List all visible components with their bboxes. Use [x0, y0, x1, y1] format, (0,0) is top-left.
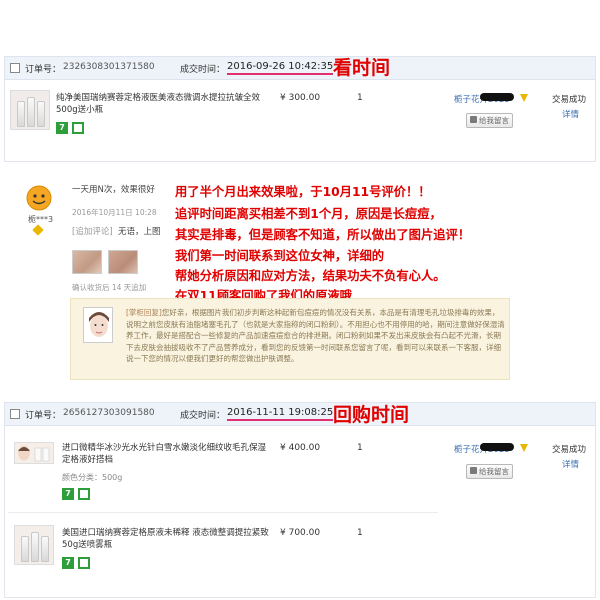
flag-icon[interactable] [520, 94, 528, 102]
annotation-line-3: 其实是排毒，但是顾客不知道，所以做出了图片追评！ [175, 228, 471, 242]
annotation-line-4: 我们第一时间联系到这位女神，详细的 [175, 249, 385, 263]
deal-time-label: 成交时间： [180, 65, 226, 75]
reviewer-nickname: 栀***3 [28, 215, 54, 224]
leave-message-button[interactable]: 给我留言 [466, 113, 513, 128]
product-title[interactable]: 进口微精华冰沙光水光针白雪水嫩淡化细纹收毛孔保湿定格液好搭档 [62, 442, 272, 466]
detail-link[interactable]: 详情 [562, 458, 579, 470]
flag-icon[interactable] [520, 444, 528, 452]
trade-status: 交易成功 [552, 445, 587, 455]
reply-content: 您好亲，根据图片我们初步判断这种起新包痘痘的情况没有关系，本品是有清理毛孔垃圾排… [126, 308, 505, 363]
review-photo-2[interactable] [108, 250, 138, 274]
face-avatar-icon [89, 312, 109, 337]
leave-message-button[interactable]: 给我留言 [466, 464, 513, 479]
guarantee-badge [78, 488, 90, 500]
seven-day-return-badge: 7 [62, 488, 74, 500]
quantity: 1 [357, 93, 363, 103]
message-icon [470, 116, 477, 123]
deal-time-label: 成交时间： [180, 411, 226, 421]
annotation-line-1: 用了半个月出来效果啦，于10月11号评价！！ [175, 185, 431, 199]
trade-status: 交易成功 [552, 95, 587, 105]
smiley-avatar-icon [26, 185, 52, 211]
reply-label: [掌柜回复] [126, 308, 162, 317]
append-text: 无语，上图 [118, 227, 161, 237]
order-no: 2656127303091580 [63, 408, 155, 418]
reviewer-avatar [25, 184, 53, 212]
product-thumbnail[interactable] [10, 90, 50, 130]
guarantee-badge [78, 557, 90, 569]
annotation-line-2: 追评时间距离买相差不到1个月，原因是长痘痘， [175, 207, 442, 221]
product-title[interactable]: 纯净美国瑞纳赛蓉定格液医美液态微调水提拉抗皱全效500g送小瓶 [56, 92, 266, 116]
price: ¥ 300.00 [280, 93, 321, 103]
review-first-line: 一天用N次，效果很好 [72, 185, 155, 195]
annotation-repurchase-time: 回购时间 [333, 404, 410, 426]
message-icon [470, 467, 477, 474]
shop-reply-box: [掌柜回复]您好亲，根据图片我们初步判断这种起新包痘痘的情况没有关系，本品是有清… [70, 298, 510, 380]
annotation-line-5: 帮她分析原因和应对方法，结果功夫不负有心人。 [175, 269, 446, 283]
item-divider [8, 512, 438, 513]
quantity: 1 [357, 443, 363, 453]
buyer-redaction [480, 443, 514, 451]
buyer-redaction [480, 93, 514, 101]
seven-day-return-badge: 7 [56, 122, 68, 134]
review-date: 2016年10月11日 10:28 [72, 208, 157, 217]
vip-diamond-icon [32, 224, 44, 236]
order-checkbox[interactable] [10, 409, 20, 419]
order-no-label: 订单号： [25, 411, 62, 421]
shop-reply-text: [掌柜回复]您好亲，根据图片我们初步判断这种起新包痘痘的情况没有关系，本品是有清… [126, 307, 506, 365]
product-face-image [18, 445, 50, 462]
append-note: 确认收货后 14 天追加 [72, 283, 147, 292]
shop-avatar [83, 307, 113, 343]
product-title[interactable]: 美国进口瑞纳赛蓉定格原液未稀释 液态微整调提拉紧致50g送喷雾瓶 [62, 527, 272, 551]
detail-link[interactable]: 详情 [562, 108, 579, 120]
guarantee-badge [72, 122, 84, 134]
append-label: [追加评论] [72, 227, 113, 237]
review-photo-1[interactable] [72, 250, 102, 274]
order-checkbox[interactable] [10, 63, 20, 73]
price: ¥ 400.00 [280, 443, 321, 453]
quantity: 1 [357, 528, 363, 538]
annotation-look-time: 看时间 [333, 57, 391, 79]
product-thumbnail[interactable] [14, 442, 54, 464]
order-no-label: 订单号： [25, 65, 62, 75]
product-thumbnail[interactable] [14, 525, 54, 565]
product-variant: 颜色分类：500g [62, 473, 123, 482]
order-header-1: 订单号： 2326308301371580 成交时间： 2016-09-26 1… [4, 56, 596, 80]
order-header-2: 订单号： 2656127303091580 成交时间： 2016-11-11 1… [4, 402, 596, 426]
order-no: 2326308301371580 [63, 62, 155, 72]
deal-time: 2016-09-26 10:42:35 [227, 61, 334, 75]
seven-day-return-badge: 7 [62, 557, 74, 569]
memo-label: 给我留言 [479, 116, 509, 125]
memo-label: 给我留言 [479, 467, 509, 476]
deal-time: 2016-11-11 19:08:25 [227, 407, 334, 421]
price: ¥ 700.00 [280, 528, 321, 538]
